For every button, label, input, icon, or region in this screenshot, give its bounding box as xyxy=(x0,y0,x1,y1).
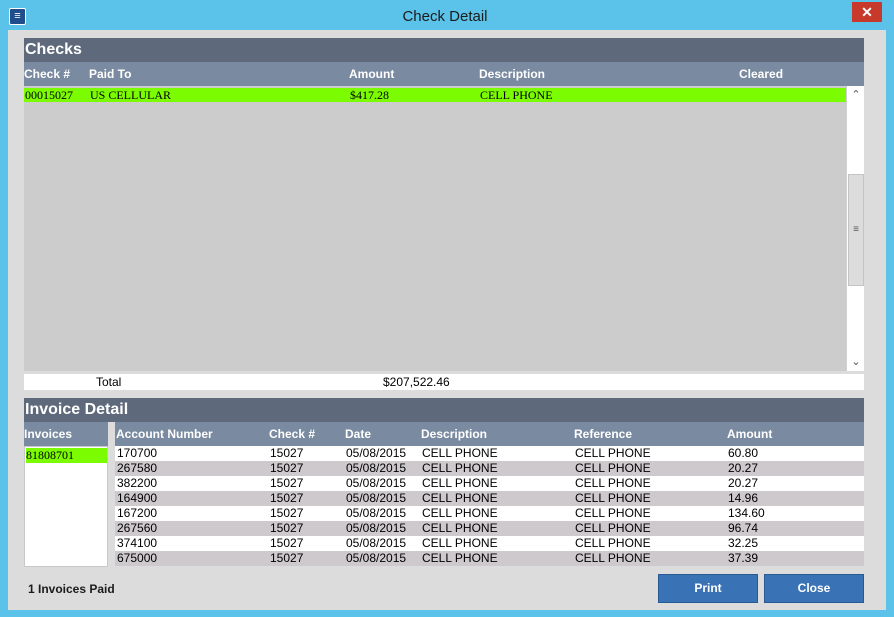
row-account-number: 267580 xyxy=(117,461,158,475)
row-reference: CELL PHONE xyxy=(575,521,651,535)
col-cleared[interactable]: Cleared xyxy=(739,62,783,86)
scroll-thumb[interactable]: ≡ xyxy=(848,174,864,286)
total-value: $207,522.46 xyxy=(383,375,450,389)
row-date: 05/08/2015 xyxy=(346,476,407,490)
col-description[interactable]: Description xyxy=(479,62,545,86)
col-paid-to[interactable]: Paid To xyxy=(89,62,131,86)
col-amount[interactable]: Amount xyxy=(727,422,772,446)
row-date: 05/08/2015 xyxy=(346,506,407,520)
check-description: CELL PHONE xyxy=(480,88,553,102)
table-row[interactable]: 675000 15027 05/08/2015 CELL PHONE CELL PHON… xyxy=(115,551,864,566)
row-description: CELL PHONE xyxy=(422,491,498,505)
col-reference[interactable]: Reference xyxy=(574,422,632,446)
checks-section-header: Checks xyxy=(24,38,864,62)
col-check-no[interactable]: Check # xyxy=(24,62,70,86)
table-row[interactable]: 164900 15027 05/08/2015 CELL PHONE CELL PHON… xyxy=(115,491,864,506)
row-description: CELL PHONE xyxy=(422,446,498,460)
row-account-number: 267560 xyxy=(117,521,158,535)
row-check-no: 15027 xyxy=(270,461,304,475)
col-amount[interactable]: Amount xyxy=(349,62,394,86)
table-row[interactable]: 267580 15027 05/08/2015 CELL PHONE CELL PHON… xyxy=(115,461,864,476)
col-check-no[interactable]: Check # xyxy=(269,422,315,446)
row-account-number: 675000 xyxy=(117,551,158,565)
row-description: CELL PHONE xyxy=(422,551,498,565)
row-date: 05/08/2015 xyxy=(346,536,407,550)
checks-total-row: Total $207,522.46 xyxy=(24,374,864,390)
check-row[interactable]: 00015027 US CELLULAR $417.28 CELL PHONE xyxy=(24,88,846,102)
table-row[interactable]: 167200 15027 05/08/2015 CELL PHONE CELL PHON… xyxy=(115,506,864,521)
table-row[interactable]: 267560 15027 05/08/2015 CELL PHONE CELL PHON… xyxy=(115,521,864,536)
checks-scrollbar[interactable]: ⌃ ≡ ⌄ xyxy=(846,86,864,371)
check-amount: $417.28 xyxy=(350,88,389,102)
invoice-detail-section-header: Invoice Detail xyxy=(24,398,864,422)
row-date: 05/08/2015 xyxy=(346,446,407,460)
row-reference: CELL PHONE xyxy=(575,476,651,490)
row-check-no: 15027 xyxy=(270,536,304,550)
row-account-number: 374100 xyxy=(117,536,158,550)
row-check-no: 15027 xyxy=(270,551,304,565)
row-amount: 20.27 xyxy=(728,461,759,475)
table-row[interactable]: 382200 15027 05/08/2015 CELL PHONE CELL PHON… xyxy=(115,476,864,491)
row-amount: 96.74 xyxy=(728,521,759,535)
row-description: CELL PHONE xyxy=(422,476,498,490)
invoices-list[interactable]: 81808701 xyxy=(24,446,108,567)
row-check-no: 15027 xyxy=(270,506,304,520)
title-bar[interactable]: ≡ Check Detail ✕ xyxy=(0,0,894,32)
close-button[interactable]: Close xyxy=(764,574,864,603)
row-amount: 32.25 xyxy=(728,536,759,550)
client-area: Checks Check # Paid To Amount Descriptio… xyxy=(8,30,886,610)
col-invoices[interactable]: Invoices xyxy=(24,422,72,446)
total-label: Total xyxy=(96,375,122,389)
print-button[interactable]: Print xyxy=(658,574,758,603)
row-reference: CELL PHONE xyxy=(575,461,651,475)
row-check-no: 15027 xyxy=(270,446,304,460)
row-reference: CELL PHONE xyxy=(575,506,651,520)
checks-list[interactable]: 00015027 US CELLULAR $417.28 CELL PHONE xyxy=(24,86,846,371)
row-description: CELL PHONE xyxy=(422,461,498,475)
row-date: 05/08/2015 xyxy=(346,491,407,505)
table-row[interactable]: 374100 15027 05/08/2015 CELL PHONE CELL PHON… xyxy=(115,536,864,551)
row-amount: 14.96 xyxy=(728,491,759,505)
row-date: 05/08/2015 xyxy=(346,521,407,535)
row-check-no: 15027 xyxy=(270,476,304,490)
row-account-number: 167200 xyxy=(117,506,158,520)
invoices-paid-count: 1 Invoices Paid xyxy=(28,582,115,596)
invoice-item[interactable]: 81808701 xyxy=(26,448,107,463)
row-reference: CELL PHONE xyxy=(575,491,651,505)
row-date: 05/08/2015 xyxy=(346,551,407,565)
window-title: Check Detail xyxy=(402,8,488,25)
row-check-no: 15027 xyxy=(270,521,304,535)
row-description: CELL PHONE xyxy=(422,521,498,535)
scroll-up-icon[interactable]: ⌃ xyxy=(848,87,864,103)
checks-column-header: Check # Paid To Amount Description Clear… xyxy=(24,62,864,86)
row-account-number: 170700 xyxy=(117,446,158,460)
row-date: 05/08/2015 xyxy=(346,461,407,475)
row-account-number: 164900 xyxy=(117,491,158,505)
scroll-down-icon[interactable]: ⌄ xyxy=(848,354,864,370)
row-reference: CELL PHONE xyxy=(575,551,651,565)
row-account-number: 382200 xyxy=(117,476,158,490)
row-description: CELL PHONE xyxy=(422,506,498,520)
row-description: CELL PHONE xyxy=(422,536,498,550)
check-paid-to: US CELLULAR xyxy=(90,88,171,102)
detail-column-header: Account Number Check # Date Description … xyxy=(115,422,864,446)
row-amount: 60.80 xyxy=(728,446,759,460)
row-amount: 37.39 xyxy=(728,551,759,565)
row-amount: 20.27 xyxy=(728,476,759,490)
col-account-number[interactable]: Account Number xyxy=(116,422,213,446)
invoices-column-header: Invoices xyxy=(24,422,108,446)
row-reference: CELL PHONE xyxy=(575,446,651,460)
row-check-no: 15027 xyxy=(270,491,304,505)
col-date[interactable]: Date xyxy=(345,422,371,446)
check-number: 00015027 xyxy=(25,88,73,102)
col-description[interactable]: Description xyxy=(421,422,487,446)
check-detail-window: ≡ Check Detail ✕ Checks Check # Paid To … xyxy=(0,0,894,617)
table-row[interactable]: 170700 15027 05/08/2015 CELL PHONE CELL PHON… xyxy=(115,446,864,461)
window-close-icon[interactable]: ✕ xyxy=(852,2,882,22)
row-reference: CELL PHONE xyxy=(575,536,651,550)
invoice-detail-table: 170700 15027 05/08/2015 CELL PHONE CELL PHON… xyxy=(115,446,864,566)
row-amount: 134.60 xyxy=(728,506,765,520)
